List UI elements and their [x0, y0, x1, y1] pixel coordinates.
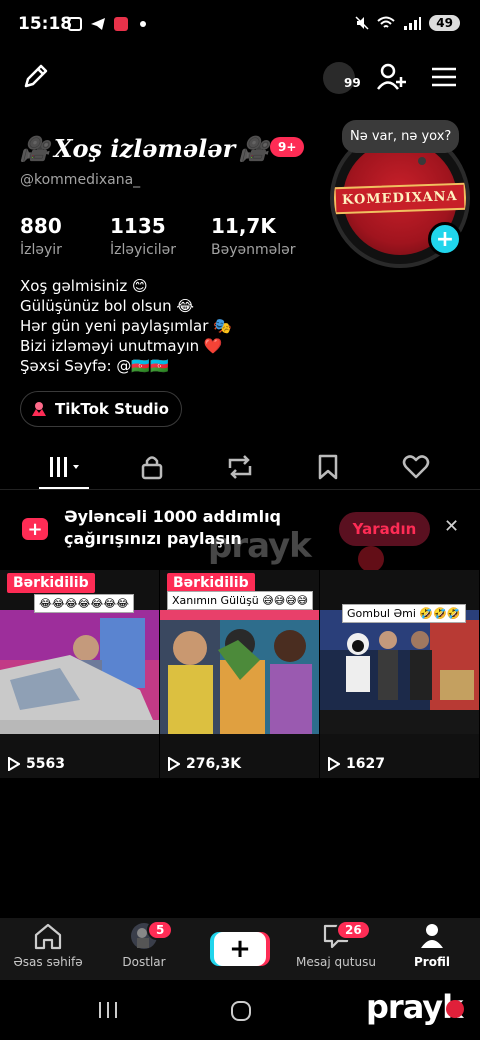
username: @kommedixana_: [20, 172, 141, 188]
video-caption: Xanımın Gülüşü 😅😅😅😅: [167, 591, 314, 610]
tab-liked[interactable]: [396, 452, 436, 482]
challenge-plus-icon: +: [22, 518, 48, 540]
watermark-dot: [358, 546, 384, 572]
stat-likes[interactable]: 11,7K Bəyənmələr: [211, 214, 296, 258]
watermark-dot: [446, 1000, 464, 1018]
studio-label: TikTok Studio: [55, 400, 169, 418]
film-camera-icon: 🎥: [239, 134, 270, 163]
view-count: 1627: [328, 756, 385, 772]
bio-line: Xoş gəlmisiniz 😊: [20, 277, 148, 295]
tab-reposts[interactable]: [220, 452, 260, 482]
view-count-value: 276,3K: [186, 756, 242, 772]
edit-icon[interactable]: [22, 62, 50, 90]
note-bubble-tail: [418, 157, 426, 165]
status-system-icons: 49: [355, 15, 460, 31]
tab-favorites[interactable]: [308, 452, 348, 482]
bookmark-icon: [318, 454, 338, 480]
video-caption: Gombul Əmi 🤣🤣🤣: [342, 604, 466, 623]
nav-home[interactable]: Əsas səhifə: [12, 922, 84, 969]
inbox-badge: 26: [336, 920, 371, 940]
bio-line: Bizi izləməyi unutmayın ❤️: [20, 337, 223, 355]
add-friend-icon[interactable]: [376, 62, 408, 92]
repost-icon: [228, 455, 252, 479]
nav-profile[interactable]: Profil: [404, 922, 460, 969]
friends-badge: 5: [147, 920, 174, 940]
status-bar: 15:18 49: [0, 0, 480, 50]
home-circle-icon[interactable]: [230, 1000, 252, 1022]
stat-value: 880: [20, 214, 62, 238]
video-tile[interactable]: Bərkidilib Xanımın Gülüşü 😅😅😅😅 276,3K: [160, 570, 319, 778]
status-time: 15:18: [18, 14, 73, 34]
stat-label: Bəyənmələr: [211, 242, 296, 258]
watermark: prayk: [208, 526, 312, 566]
video-thumbnail: [320, 610, 479, 734]
video-caption: 😂😂😂😂😂😂😂: [34, 594, 134, 613]
status-notification-icons: [68, 17, 146, 31]
profile-icon: [421, 924, 443, 948]
profile-display-name: 🎥 Xoş izləmələr 🎥: [20, 134, 269, 163]
play-icon: [168, 757, 180, 771]
note-bubble[interactable]: Nə var, nə yox?: [342, 120, 460, 153]
notifications-badge[interactable]: 9+: [270, 137, 305, 157]
heart-icon: [402, 455, 430, 479]
video-tile[interactable]: Gombul Əmi 🤣🤣🤣 1627: [320, 570, 479, 778]
tab-videos[interactable]: [44, 452, 84, 482]
close-icon[interactable]: ✕: [444, 516, 459, 537]
stat-label: İzləyir: [20, 242, 62, 258]
nav-label: Mesaj qutusu: [296, 955, 376, 969]
stat-label: İzləyicilər: [110, 242, 177, 258]
follow-requests-count: 99: [344, 76, 361, 90]
grid-icon: [50, 457, 79, 477]
bottom-nav: Əsas səhifə Dostlar 5 + Mesaj qutusu 26 …: [0, 918, 480, 980]
screenshot-icon: [68, 17, 82, 31]
stat-value: 1135: [110, 214, 166, 238]
menu-icon[interactable]: [430, 66, 458, 88]
lock-icon: [141, 456, 163, 480]
telegram-icon: [91, 18, 105, 30]
view-count: 276,3K: [168, 756, 241, 772]
create-challenge-button[interactable]: Yaradın: [339, 512, 430, 546]
pinned-badge: Bərkidilib: [7, 573, 95, 593]
stat-followers[interactable]: 1135 İzləyicilər: [110, 214, 176, 258]
bio: Xoş gəlmisiniz 😊 Gülüşünüz bol olsun 😂 H…: [20, 276, 232, 376]
bio-line[interactable]: Şəxsi Səyfə: @🇦🇿🇦🇿: [20, 356, 232, 376]
bio-line: Gülüşünüz bol olsun 😂: [20, 297, 194, 315]
nav-label: Dostlar: [122, 955, 166, 969]
nav-label: Əsas səhifə: [13, 955, 83, 969]
signal-icon: [404, 17, 422, 30]
view-count: 5563: [8, 756, 65, 772]
content-tabs: [0, 446, 480, 490]
battery-indicator: 49: [429, 15, 460, 31]
bio-line: Hər gün yeni paylaşımlar 🎭: [20, 317, 232, 335]
tiktok-studio-button[interactable]: TikTok Studio: [20, 391, 182, 427]
stat-following[interactable]: 880 İzləyir: [20, 214, 62, 258]
video-thumbnail: [160, 610, 319, 734]
play-icon: [328, 757, 340, 771]
create-button[interactable]: +: [214, 932, 266, 966]
studio-icon: [32, 402, 46, 416]
mute-icon: [355, 16, 369, 30]
tab-private[interactable]: [132, 452, 172, 482]
active-tab-indicator: [39, 487, 89, 489]
display-name-text: Xoş izləmələr: [53, 134, 236, 163]
view-count-value: 1627: [346, 756, 385, 772]
nav-label: Profil: [414, 955, 450, 969]
play-icon: [8, 757, 20, 771]
app-notification-icon: [114, 17, 128, 31]
video-tile[interactable]: Bərkidilib 😂😂😂😂😂😂😂 5563: [0, 570, 159, 778]
recent-apps-icon[interactable]: [96, 1000, 120, 1020]
more-notifications-dot: [140, 21, 146, 27]
add-story-button[interactable]: +: [428, 222, 462, 256]
wifi-icon: [377, 16, 395, 28]
film-camera-icon: 🎥: [20, 134, 50, 163]
avatar-logo-text: KOMEDIXANA: [334, 182, 466, 214]
challenge-line: Əyləncəli 1000 addımlıq: [64, 507, 281, 526]
stat-value: 11,7K: [211, 214, 276, 238]
home-icon: [34, 923, 62, 950]
pinned-badge: Bərkidilib: [167, 573, 255, 593]
video-thumbnail: [0, 610, 159, 734]
view-count-value: 5563: [26, 756, 65, 772]
